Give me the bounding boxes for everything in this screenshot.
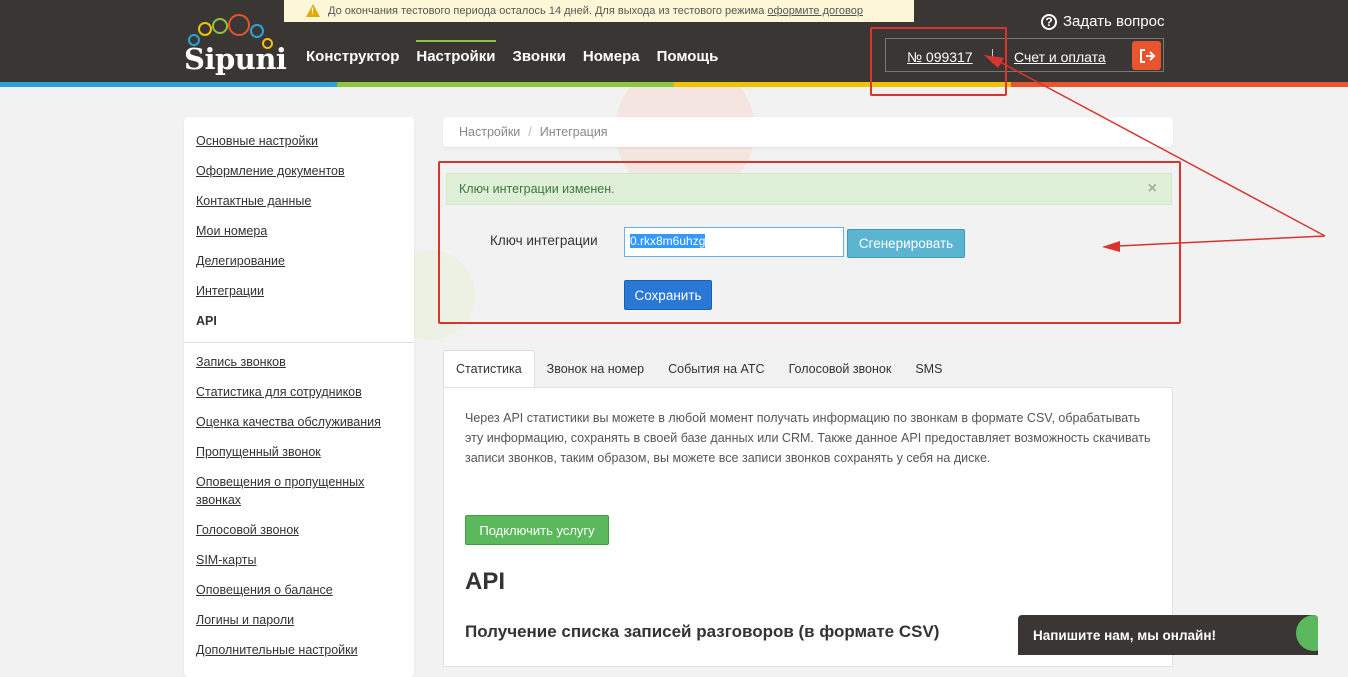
logo-circle (212, 18, 228, 34)
sidebar-item-sim[interactable]: SIM-карты (196, 551, 401, 569)
nav-zvonki[interactable]: Звонки (513, 48, 566, 65)
question-icon: ? (1041, 13, 1057, 30)
csv-records-heading: Получение списка записей разговоров (в ф… (465, 622, 940, 641)
logo-circle (250, 24, 264, 38)
chat-status-indicator (1296, 615, 1318, 651)
annotation-box-integration (438, 161, 1181, 324)
sidebar-item-employee-stats[interactable]: Статистика для сотрудников (196, 383, 401, 401)
breadcrumb: Настройки / Интеграция (443, 117, 1173, 147)
tab-statistics[interactable]: Статистика (443, 350, 535, 387)
sidebar-item-call-recording[interactable]: Запись звонков (196, 353, 401, 371)
main-nav: Конструктор Настройки Звонки Номера Помо… (306, 40, 735, 65)
logo-text: Sipuni (184, 42, 287, 76)
logout-icon (1139, 48, 1155, 63)
sidebar-item-extra[interactable]: Дополнительные настройки (196, 641, 401, 659)
logo-circle (198, 22, 212, 36)
nav-pomosch[interactable]: Помощь (657, 48, 719, 65)
chat-label: Напишите нам, мы онлайн! (1033, 627, 1216, 643)
sidebar-item-integrations[interactable]: Интеграции (196, 282, 401, 300)
nav-nomera[interactable]: Номера (583, 48, 640, 65)
sidebar-item-voice-call[interactable]: Голосовой звонок (196, 521, 401, 539)
sidebar-item-api[interactable]: API (196, 312, 401, 330)
nav-konstruktor[interactable]: Конструктор (306, 48, 399, 65)
billing-link[interactable]: Счет и оплата (1014, 49, 1106, 65)
sipuni-logo[interactable]: Sipuni (184, 14, 287, 76)
sidebar-item-quality[interactable]: Оценка качества обслуживания (196, 413, 401, 431)
trial-text: До окончания тестового периода осталось … (328, 5, 863, 17)
trial-banner: До окончания тестового периода осталось … (284, 0, 914, 22)
online-chat-widget[interactable]: Напишите нам, мы онлайн! (1018, 615, 1318, 655)
warning-icon (306, 4, 320, 17)
settings-sidebar: Основные настройки Оформление документов… (184, 117, 414, 677)
color-stripe (0, 82, 1348, 87)
tab-sms[interactable]: SMS (903, 350, 954, 387)
api-tabs: Статистика Звонок на номер События на АТ… (443, 350, 954, 387)
nav-nastroyki[interactable]: Настройки (416, 40, 496, 65)
tab-pbx-events[interactable]: События на АТС (656, 350, 776, 387)
breadcrumb-settings[interactable]: Настройки (459, 125, 520, 139)
api-description: Через API статистики вы можете в любой м… (465, 411, 1151, 465)
breadcrumb-separator: / (528, 125, 532, 139)
logout-button[interactable] (1132, 41, 1161, 70)
sidebar-item-basic[interactable]: Основные настройки (196, 132, 401, 150)
sidebar-item-documents[interactable]: Оформление документов (196, 162, 401, 180)
sidebar-item-missed-alerts[interactable]: Оповещения о пропущенных звонках (196, 473, 401, 509)
connect-service-button[interactable]: Подключить услугу (465, 515, 609, 545)
trial-contract-link[interactable]: оформите договор (767, 5, 863, 17)
sidebar-item-delegation[interactable]: Делегирование (196, 252, 401, 270)
logo-circle (228, 14, 250, 36)
tab-call-to-number[interactable]: Звонок на номер (535, 350, 656, 387)
sidebar-item-missed-call[interactable]: Пропущенный звонок (196, 443, 401, 461)
sidebar-divider (184, 342, 414, 343)
api-heading: API (465, 568, 506, 595)
annotation-box-account (870, 27, 1007, 96)
ask-question-link[interactable]: ? Задать вопрос (1041, 13, 1164, 30)
sidebar-item-contacts[interactable]: Контактные данные (196, 192, 401, 210)
sidebar-item-my-numbers[interactable]: Мои номера (196, 222, 401, 240)
breadcrumb-integration: Интеграция (539, 125, 608, 139)
tab-voice-call[interactable]: Голосовой звонок (777, 350, 904, 387)
ask-question-label: Задать вопрос (1063, 13, 1165, 30)
sidebar-item-balance-alerts[interactable]: Оповещения о балансе (196, 581, 401, 599)
sidebar-item-logins[interactable]: Логины и пароли (196, 611, 401, 629)
